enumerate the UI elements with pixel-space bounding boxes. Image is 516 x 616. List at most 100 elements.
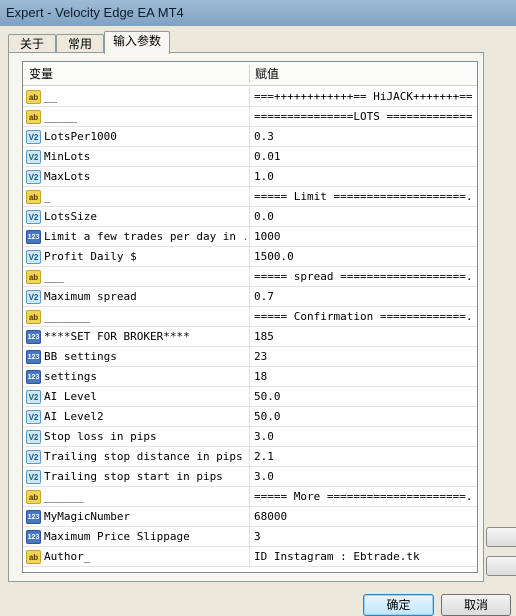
parameter-value[interactable]: 1000 [254,227,472,247]
cell-divider [249,547,250,567]
table-row[interactable]: 123 BB settings 23 [23,347,477,367]
parameter-value[interactable]: 3.0 [254,467,472,487]
parameter-value[interactable]: ===============LOTS =============... [254,107,472,127]
table-row[interactable]: V2 MinLots 0.01 [23,147,477,167]
table-row[interactable]: ab _____ ===============LOTS =============… [23,107,477,127]
table-row[interactable]: V2 Trailing stop start in pips 3.0 [23,467,477,487]
parameter-name: MinLots [44,150,91,163]
parameter-value[interactable]: 2.1 [254,447,472,467]
parameter-name: ___ [44,270,64,283]
parameter-name: settings [44,370,97,383]
parameter-value[interactable]: 0.3 [254,127,472,147]
parameter-name: Profit Daily $ [44,250,137,263]
parameter-value[interactable]: ID Instagram : Ebtrade.tk [254,547,472,567]
side-button-2[interactable] [486,556,516,576]
string-type-icon: ab [26,90,41,104]
table-row[interactable]: ab Author_ ID Instagram : Ebtrade.tk [23,547,477,567]
tab-about[interactable]: 关于 [8,34,56,54]
parameter-value[interactable]: 50.0 [254,407,472,427]
parameter-value[interactable]: ===== spread ===================... [254,267,472,287]
string-type-icon: ab [26,310,41,324]
cell-divider [249,167,250,187]
double-type-icon: V2 [26,390,41,404]
integer-type-icon: 123 [26,370,41,384]
double-type-icon: V2 [26,150,41,164]
table-row[interactable]: ab ___ ===== spread ===================... [23,267,477,287]
ok-button[interactable]: 确定 [363,594,434,616]
integer-type-icon: 123 [26,330,41,344]
table-row[interactable]: V2 Stop loss in pips 3.0 [23,427,477,447]
parameter-name: LotsSize [44,210,97,223]
parameter-name: Stop loss in pips [44,430,157,443]
parameter-name: AI Level [44,390,97,403]
parameter-value[interactable]: ===== Limit ====================... [254,187,472,207]
double-type-icon: V2 [26,290,41,304]
cell-divider [249,187,250,207]
table-row[interactable]: 123 Limit a few trades per day in ... 1000 [23,227,477,247]
side-button-1[interactable] [486,527,516,547]
parameter-name: Maximum Price Slippage [44,530,190,543]
parameter-value[interactable]: 3.0 [254,427,472,447]
parameter-value[interactable]: 1.0 [254,167,472,187]
parameter-value[interactable]: 23 [254,347,472,367]
cell-divider [249,487,250,507]
integer-type-icon: 123 [26,530,41,544]
parameter-name: _____ [44,110,78,123]
table-row[interactable]: ab__ ===++++++++++++== HiJACK+++++++===..… [23,87,477,107]
double-type-icon: V2 [26,210,41,224]
table-row[interactable]: V2 AI Level 50.0 [23,387,477,407]
integer-type-icon: 123 [26,230,41,244]
cancel-button[interactable]: 取消 [441,594,511,616]
parameter-name: Maximum spread [44,290,137,303]
table-row[interactable]: V2 Maximum spread 0.7 [23,287,477,307]
double-type-icon: V2 [26,470,41,484]
table-row[interactable]: ab _______ ===== Confirmation ============… [23,307,477,327]
table-row[interactable]: ab ______ ===== More =====================… [23,487,477,507]
parameter-name: ****SET FOR BROKER**** [44,330,190,343]
column-divider[interactable] [249,65,250,83]
parameter-value[interactable]: 3 [254,527,472,547]
parameter-value[interactable]: 18 [254,367,472,387]
parameter-value[interactable]: ===== More =====================... [254,487,472,507]
parameter-value[interactable]: 0.0 [254,207,472,227]
table-row[interactable]: 123 ****SET FOR BROKER**** 185 [23,327,477,347]
parameter-value[interactable]: 0.7 [254,287,472,307]
cell-divider [249,467,250,487]
parameter-name: MyMagicNumber [44,510,131,523]
parameter-name: _______ [44,310,91,323]
double-type-icon: V2 [26,450,41,464]
parameter-value[interactable]: 68000 [254,507,472,527]
parameter-value[interactable]: 0.01 [254,147,472,167]
inputs-table: 变量 赋值 ab __ ===++++++++++++== HiJACK++++++… [22,61,478,573]
table-row[interactable]: 123 settings 18 [23,367,477,387]
table-row[interactable]: V2 LotsPer1000 0.3 [23,127,477,147]
parameter-value[interactable]: ===== Confirmation =============... [254,307,472,327]
column-header-value[interactable]: 赋值 [255,62,279,86]
cell-divider [249,227,250,247]
cell-divider [249,287,250,307]
tab-common[interactable]: 常用 [56,34,104,54]
parameter-value[interactable]: 185 [254,327,472,347]
table-row[interactable]: ab _ ===== Limit ====================... [23,187,477,207]
parameter-name: MaxLots [44,170,91,183]
parameter-value[interactable]: 1500.0 [254,247,472,267]
table-row[interactable]: 123 MyMagicNumber 68000 [23,507,477,527]
table-row[interactable]: V2 AI Level2 50.0 [23,407,477,427]
tab-inputs[interactable]: 输入参数 [104,31,170,54]
table-row[interactable]: 123 Maximum Price Slippage 3 [23,527,477,547]
table-row[interactable]: V2 LotsSize 0.0 [23,207,477,227]
parameter-name: LotsPer1000 [44,130,117,143]
parameter-value[interactable]: ===++++++++++++== HiJACK+++++++===... [254,87,472,107]
double-type-icon: V2 [26,170,41,184]
column-header-variable[interactable]: 变量 [29,62,53,86]
parameter-value[interactable]: 50.0 [254,387,472,407]
table-row[interactable]: V2 Profit Daily $ 1500.0 [23,247,477,267]
inputs-panel: 变量 赋值 ab __ ===++++++++++++== HiJACK++++++… [8,52,484,582]
table-row[interactable]: V2 MaxLots 1.0 [23,167,477,187]
table-row[interactable]: V2 Trailing stop distance in pips 2.1 [23,447,477,467]
cell-divider [249,507,250,527]
parameter-name: Author_ [44,550,91,563]
cell-divider [249,267,250,287]
double-type-icon: V2 [26,250,41,264]
parameter-name: __ [44,90,58,103]
